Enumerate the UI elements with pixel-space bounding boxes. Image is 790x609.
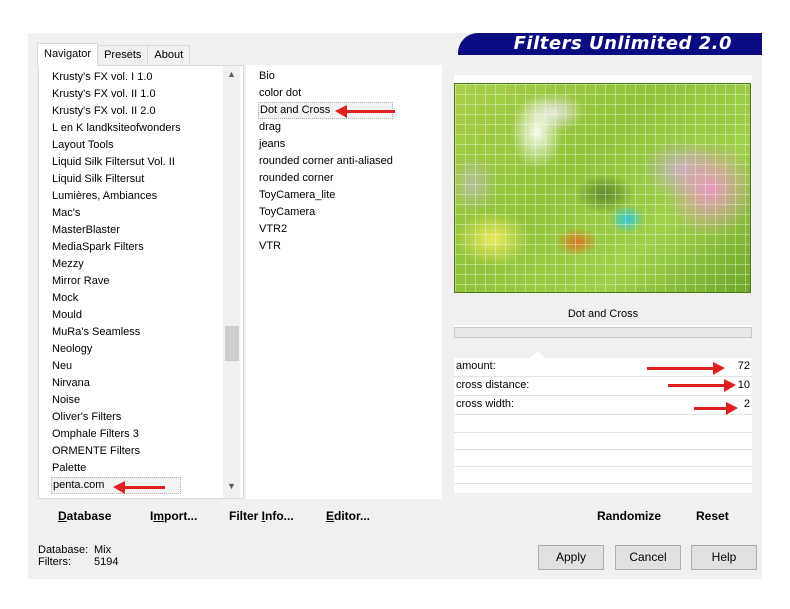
category-item[interactable]: Neu xyxy=(51,358,181,375)
param-value[interactable]: 2 xyxy=(744,396,750,413)
status-value: 5194 xyxy=(94,556,119,568)
category-item[interactable]: Krusty's FX vol. II 2.0 xyxy=(51,103,181,120)
empty-param-row xyxy=(454,449,752,450)
category-item[interactable]: MediaSpark Filters xyxy=(51,239,181,256)
dot-cross-pattern xyxy=(455,84,750,292)
red-arrow-icon xyxy=(647,362,725,375)
category-item[interactable]: Layout Tools xyxy=(51,137,181,154)
button-label: Filter xyxy=(229,509,262,523)
button-label: atabase xyxy=(66,509,112,523)
category-item[interactable]: Noise xyxy=(51,392,181,409)
filter-list-panel: Bio color dot Dot and Cross drag jeans rounde… xyxy=(246,65,442,499)
right-command-bar: Randomize Reset xyxy=(454,501,752,529)
category-item[interactable]: ORMENTE Filters xyxy=(51,443,181,460)
scroll-up-icon[interactable]: ▲ xyxy=(223,66,240,83)
tab-about[interactable]: About xyxy=(147,45,191,66)
filters-unlimited-dialog: Navigator Presets About Krusty's FX vol.… xyxy=(28,33,762,579)
import-button[interactable]: Import... xyxy=(150,509,197,523)
status-value: Mix xyxy=(94,544,112,556)
randomize-button[interactable]: Randomize xyxy=(597,509,661,523)
category-item[interactable]: Mezzy xyxy=(51,256,181,273)
cancel-button[interactable]: Cancel xyxy=(615,545,681,570)
filter-item[interactable]: VTR xyxy=(258,238,393,255)
category-scrollbar[interactable]: ▲ ▼ xyxy=(223,66,240,498)
filter-item[interactable]: color dot xyxy=(258,85,393,102)
param-label: amount: xyxy=(456,360,496,372)
filter-item[interactable]: ToyCamera xyxy=(258,204,393,221)
category-item[interactable]: Nirvana xyxy=(51,375,181,392)
category-item[interactable]: MasterBlaster xyxy=(51,222,181,239)
category-item[interactable]: Palette xyxy=(51,460,181,477)
database-button[interactable]: Database xyxy=(58,509,111,523)
button-label: nfo... xyxy=(265,509,294,523)
access-key: D xyxy=(58,509,67,523)
parameter-header-gap xyxy=(454,338,752,358)
status-filters: Filters: 5194 xyxy=(38,556,118,568)
reset-button[interactable]: Reset xyxy=(696,509,729,523)
param-value[interactable]: 72 xyxy=(738,358,750,375)
status-label: Filters: xyxy=(38,556,71,568)
status-database: Database: Mix xyxy=(38,544,118,556)
filter-list: Bio color dot Dot and Cross drag jeans rounde… xyxy=(258,68,393,255)
category-item[interactable]: Krusty's FX vol. II 1.0 xyxy=(51,86,181,103)
category-list: Krusty's FX vol. I 1.0 Krusty's FX vol. I… xyxy=(51,69,181,494)
filter-item[interactable]: rounded corner xyxy=(258,170,393,187)
filter-item[interactable]: Bio xyxy=(258,68,393,85)
red-arrow-icon xyxy=(668,379,736,392)
red-arrow-icon xyxy=(113,481,165,494)
empty-param-row xyxy=(454,466,752,467)
tab-strip: Navigator Presets About xyxy=(37,43,191,66)
category-item[interactable]: Mirror Rave xyxy=(51,273,181,290)
filter-item[interactable]: rounded corner anti-aliased xyxy=(258,153,393,170)
filter-text-bar xyxy=(454,327,752,338)
category-item[interactable]: Liquid Silk Filtersut xyxy=(51,171,181,188)
param-row-cross-width[interactable]: cross width: 2 xyxy=(454,396,752,415)
filter-item[interactable]: ToyCamera_lite xyxy=(258,187,393,204)
red-arrow-icon xyxy=(694,402,738,415)
category-list-panel: Krusty's FX vol. I 1.0 Krusty's FX vol. I… xyxy=(38,65,244,499)
category-item[interactable]: Neology xyxy=(51,341,181,358)
filter-info-button[interactable]: Filter Info... xyxy=(229,509,294,523)
param-value[interactable]: 10 xyxy=(738,377,750,394)
left-command-bar: Database Import... Filter Info... Editor… xyxy=(38,501,442,529)
category-item[interactable]: Krusty's FX vol. I 1.0 xyxy=(51,69,181,86)
category-item[interactable]: Mac's xyxy=(51,205,181,222)
filter-item[interactable]: drag xyxy=(258,119,393,136)
category-item[interactable]: Mock xyxy=(51,290,181,307)
editor-button[interactable]: Editor... xyxy=(326,509,370,523)
access-key: E xyxy=(326,509,335,523)
preview-image xyxy=(454,83,751,293)
status-label: Database: xyxy=(38,544,89,556)
apply-button[interactable]: Apply xyxy=(538,545,604,570)
status-info: Database: Mix Filters: 5194 xyxy=(38,544,118,568)
tab-presets[interactable]: Presets xyxy=(97,45,149,66)
category-item[interactable]: Omphale Filters 3 xyxy=(51,426,181,443)
empty-param-row xyxy=(454,432,752,433)
scroll-thumb[interactable] xyxy=(225,326,239,361)
filter-parameters: Dot and Cross amount: 72 cross distance:… xyxy=(454,303,752,493)
category-item[interactable]: Mould xyxy=(51,307,181,324)
access-key: m xyxy=(153,509,165,523)
filter-item[interactable]: jeans xyxy=(258,136,393,153)
param-label: cross distance: xyxy=(456,379,530,391)
tab-navigator[interactable]: Navigator xyxy=(37,43,99,66)
red-arrow-icon xyxy=(335,105,395,118)
scroll-down-icon[interactable]: ▼ xyxy=(223,478,240,495)
category-item[interactable]: MuRa's Seamless xyxy=(51,324,181,341)
selected-filter-title: Dot and Cross xyxy=(454,303,752,325)
app-title-banner: Filters Unlimited 2.0 xyxy=(458,33,762,55)
empty-param-row xyxy=(454,483,752,484)
button-label: port... xyxy=(164,509,198,523)
param-label: cross width: xyxy=(456,398,515,410)
button-label: ditor... xyxy=(334,509,371,523)
category-item[interactable]: Lumières, Ambiances xyxy=(51,188,181,205)
filter-item[interactable]: VTR2 xyxy=(258,221,393,238)
pointer-triangle-icon xyxy=(530,351,546,358)
preview-panel xyxy=(454,75,752,293)
category-item[interactable]: Liquid Silk Filtersut Vol. II xyxy=(51,154,181,171)
category-item[interactable]: L en K landksiteofwonders xyxy=(51,120,181,137)
category-item[interactable]: Oliver's Filters xyxy=(51,409,181,426)
help-button[interactable]: Help xyxy=(691,545,757,570)
